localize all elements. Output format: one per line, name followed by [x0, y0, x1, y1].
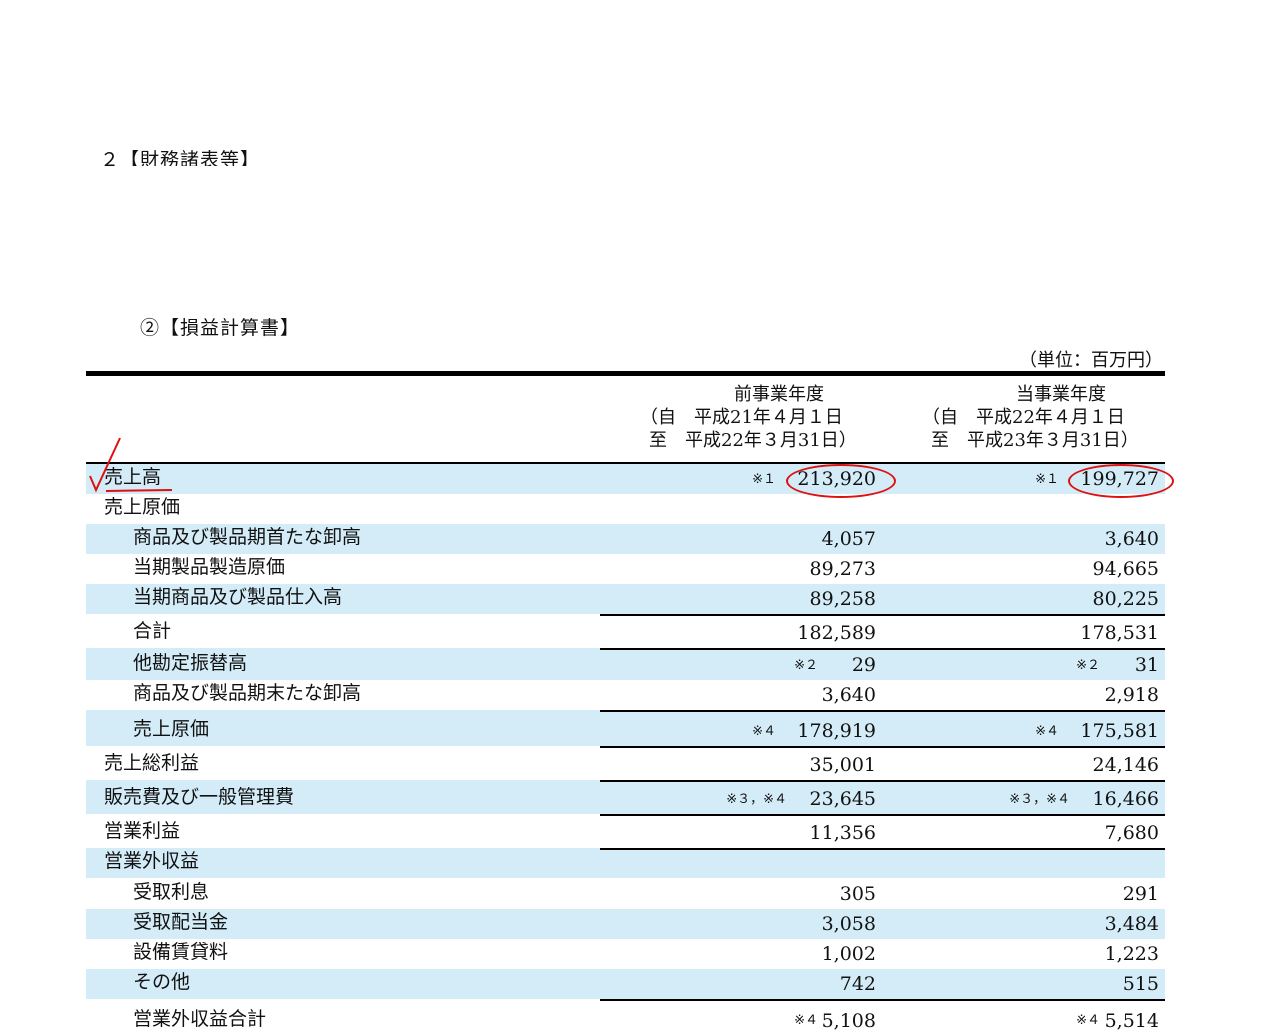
table-row: 当期商品及び製品仕入高 89,258 80,225: [86, 584, 1165, 614]
prev-year-title: 前事業年度: [734, 384, 824, 405]
row-label: 受取配当金: [133, 911, 229, 933]
table-row: 設備賃貸料 1,002 1,223: [86, 939, 1165, 969]
prev-value: 1,002: [821, 943, 876, 965]
cur-value: 2,918: [1104, 684, 1159, 706]
prev-value: 35,001: [809, 754, 876, 776]
subtotal-rule: [600, 746, 1165, 748]
row-label: 合計: [133, 620, 172, 642]
prev-value: 5,108: [821, 1010, 876, 1032]
table-row: 営業外収益合計 ※４ 5,108 ※４ 5,514: [86, 999, 1165, 1032]
prev-value: 305: [839, 883, 876, 905]
cur-value: 178,531: [1080, 622, 1159, 644]
prev-value: 4,057: [821, 528, 876, 550]
table-row: その他 742 515: [86, 969, 1165, 999]
annotation-circle-prev-sales: [786, 464, 896, 498]
row-label: 当期製品製造原価: [133, 556, 286, 578]
table-row: 売上原価 ※４ 178,919 ※４ 175,581: [86, 710, 1165, 746]
prev-value: 742: [839, 973, 876, 995]
prev-year-from: （自 平成21年４月１日: [640, 407, 843, 428]
checkmark-annotation-icon: [89, 437, 173, 493]
income-statement-table: 売上高 ※１ 213,920 ※１ 199,727 売上原価 商品及び製品期首た…: [86, 464, 1165, 1032]
cur-note: ※４: [1076, 1013, 1100, 1028]
prev-value: 3,058: [821, 913, 876, 935]
row-label: 売上総利益: [104, 752, 200, 774]
cur-value: 3,640: [1104, 528, 1159, 550]
cur-note: ※１: [1035, 472, 1059, 487]
row-label: 商品及び製品期末たな卸高: [133, 682, 362, 704]
table-top-rule: [86, 371, 1165, 376]
prev-value: 89,273: [809, 558, 876, 580]
row-label: 商品及び製品期首たな卸高: [133, 526, 362, 548]
table-row: 売上高 ※１ 213,920 ※１ 199,727: [86, 464, 1165, 494]
prev-value: 3,640: [821, 684, 876, 706]
cur-note: ※３，※４: [1009, 792, 1070, 807]
prev-value: 29: [851, 654, 876, 676]
prev-value: 182,589: [797, 622, 876, 644]
table-row: 商品及び製品期末たな卸高 3,640 2,918: [86, 680, 1165, 710]
statement-title: ②【損益計算書】: [140, 317, 301, 339]
cur-year-from: （自 平成22年４月１日: [922, 407, 1125, 428]
row-label: 販売費及び一般管理費: [104, 786, 295, 808]
row-label: 他勘定振替高: [133, 652, 248, 674]
table-row: 合計 182,589 178,531: [86, 614, 1165, 648]
subtotal-rule: [600, 648, 1165, 650]
subtotal-rule: [600, 710, 1165, 712]
cur-note: ※２: [1076, 658, 1100, 673]
table-row: 営業利益 11,356 7,680: [86, 814, 1165, 848]
cur-year-to: 至 平成23年３月31日）: [931, 430, 1139, 451]
table-row: 他勘定振替高 ※２ 29 ※２ 31: [86, 648, 1165, 680]
prev-note: ※４: [752, 724, 776, 739]
prev-value: 178,919: [797, 720, 876, 742]
cur-value: 24,146: [1092, 754, 1159, 776]
prev-note: ※１: [752, 472, 776, 487]
prev-value: 23,645: [809, 788, 876, 810]
prev-value: 89,258: [809, 588, 876, 610]
column-header-previous-year: 前事業年度 （自 平成21年４月１日 至 平成22年３月31日）: [640, 383, 900, 452]
table-row: 当期製品製造原価 89,273 94,665: [86, 554, 1165, 584]
cur-value: 5,514: [1104, 1010, 1159, 1032]
cur-value: 16,466: [1092, 788, 1159, 810]
subtotal-rule: [600, 848, 1165, 850]
section-title: ２【財務諸表等】: [100, 149, 261, 166]
cur-value: 94,665: [1092, 558, 1159, 580]
table-row: 商品及び製品期首たな卸高 4,057 3,640: [86, 524, 1165, 554]
table-row: 販売費及び一般管理費 ※３，※４ 23,645 ※３，※４ 16,466: [86, 780, 1165, 814]
cur-value: 175,581: [1080, 720, 1159, 742]
table-row: 受取配当金 3,058 3,484: [86, 909, 1165, 939]
annotation-circle-cur-sales: [1068, 464, 1174, 498]
cur-value: 7,680: [1104, 822, 1159, 844]
prev-year-to: 至 平成22年３月31日）: [649, 430, 857, 451]
table-row: 売上原価: [86, 494, 1165, 524]
table-row: 売上総利益 35,001 24,146: [86, 746, 1165, 780]
prev-note: ※２: [794, 658, 818, 673]
row-label: 設備賃貸料: [133, 941, 229, 963]
row-label: 営業外収益合計: [133, 1008, 267, 1030]
cur-note: ※４: [1035, 724, 1059, 739]
cur-value: 3,484: [1104, 913, 1159, 935]
prev-note: ※４: [794, 1013, 818, 1028]
cur-year-title: 当事業年度: [1016, 384, 1106, 405]
cur-value: 80,225: [1092, 588, 1159, 610]
subtotal-rule: [600, 614, 1165, 616]
row-label: 営業外収益: [104, 850, 200, 872]
subtotal-rule: [600, 814, 1165, 816]
cur-value: 515: [1122, 973, 1159, 995]
cur-value: 291: [1122, 883, 1159, 905]
subtotal-rule: [600, 780, 1165, 782]
row-label: 受取利息: [133, 881, 210, 903]
table-row: 営業外収益: [86, 848, 1165, 878]
unit-label: （単位：百万円）: [1019, 350, 1163, 371]
row-label: 売上原価: [104, 496, 181, 518]
subtotal-rule: [600, 999, 1165, 1001]
row-label: 売上原価: [133, 718, 210, 740]
prev-note: ※３，※４: [726, 792, 787, 807]
row-label: 当期商品及び製品仕入高: [133, 586, 343, 608]
column-header-current-year: 当事業年度 （自 平成22年４月１日 至 平成23年３月31日）: [922, 383, 1182, 452]
prev-value: 11,356: [809, 822, 876, 844]
row-label: その他: [133, 971, 191, 993]
cur-value: 31: [1134, 654, 1159, 676]
table-row: 受取利息 305 291: [86, 878, 1165, 909]
cur-value: 1,223: [1104, 943, 1159, 965]
row-label: 営業利益: [104, 820, 181, 842]
